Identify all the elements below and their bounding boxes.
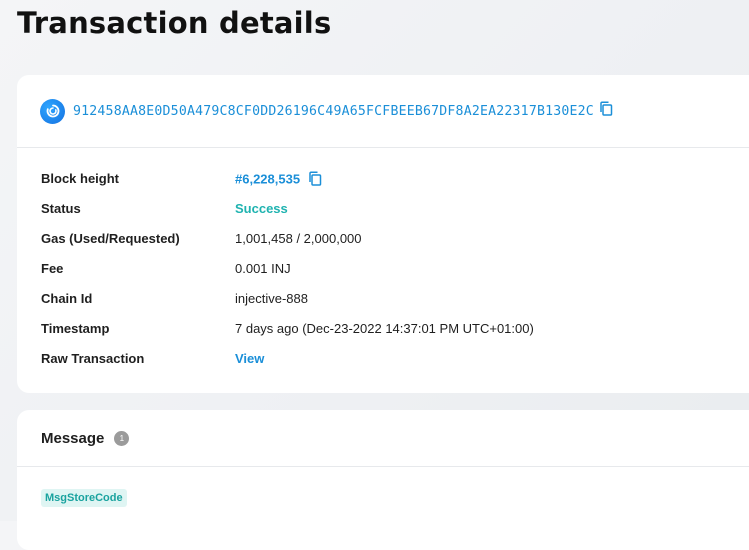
tx-hash-row: 912458AA8E0D50A479C8CF0DD26196C49A65FCFB… — [17, 75, 749, 148]
status-label: Status — [41, 201, 81, 216]
message-count-badge: 1 — [114, 430, 130, 446]
copy-icon[interactable] — [308, 171, 322, 189]
block-height-link[interactable]: #6,228,535 — [235, 171, 322, 189]
status-value: Success — [235, 201, 288, 216]
message-card: Message 1 MsgStoreCode — [17, 410, 749, 550]
gas-label: Gas (Used/Requested) — [41, 231, 180, 246]
message-header: Message 1 — [17, 410, 749, 467]
fee-label: Fee — [41, 261, 64, 276]
raw-transaction-label: Raw Transaction — [41, 351, 145, 366]
copy-icon[interactable] — [599, 101, 613, 121]
page-title: Transaction details — [17, 6, 332, 40]
chain-id-value: injective-888 — [235, 291, 308, 306]
injective-logo-icon — [40, 98, 65, 124]
block-height-value[interactable]: #6,228,535 — [235, 171, 300, 186]
detail-row-gas: Gas (Used/Requested) 1,001,458 / 2,000,0… — [17, 228, 749, 258]
block-height-label: Block height — [41, 171, 120, 186]
detail-row-block-height: Block height #6,228,535 — [17, 168, 749, 198]
detail-row-fee: Fee 0.001 INJ — [17, 258, 749, 288]
message-title: Message — [41, 429, 105, 447]
detail-row-status: Status Success — [17, 198, 749, 228]
tx-hash: 912458AA8E0D50A479C8CF0DD26196C49A65FCFB… — [73, 103, 594, 119]
detail-row-timestamp: Timestamp 7 days ago (Dec-23-2022 14:37:… — [17, 318, 749, 348]
details-list: Block height #6,228,535 Status Success G… — [17, 148, 749, 378]
timestamp-label: Timestamp — [41, 321, 110, 336]
gas-value: 1,001,458 / 2,000,000 — [235, 231, 362, 246]
raw-transaction-view-link[interactable]: View — [235, 351, 264, 366]
detail-row-raw-transaction: Raw Transaction View — [17, 348, 749, 378]
detail-row-chain-id: Chain Id injective-888 — [17, 288, 749, 318]
message-type-tag: MsgStoreCode — [41, 489, 127, 507]
transaction-card: 912458AA8E0D50A479C8CF0DD26196C49A65FCFB… — [17, 75, 749, 393]
timestamp-value: 7 days ago (Dec-23-2022 14:37:01 PM UTC+… — [235, 321, 534, 336]
fee-value: 0.001 INJ — [235, 261, 291, 276]
chain-id-label: Chain Id — [41, 291, 93, 306]
